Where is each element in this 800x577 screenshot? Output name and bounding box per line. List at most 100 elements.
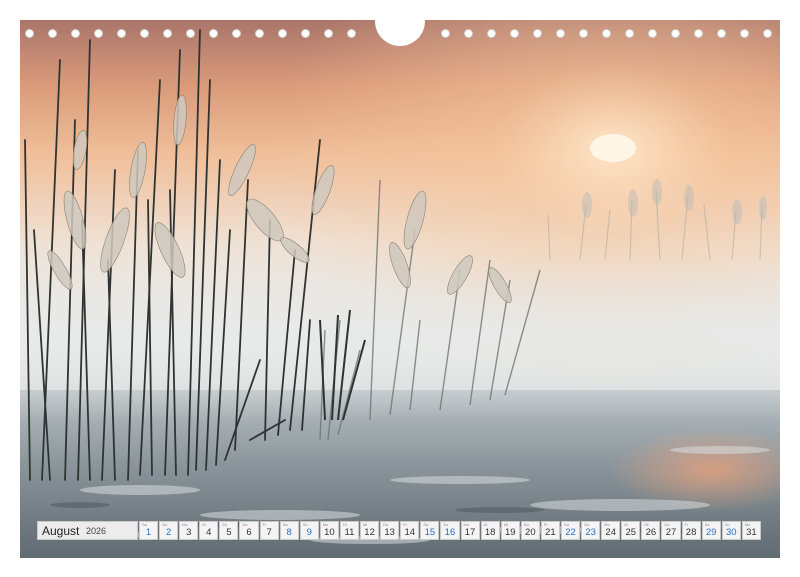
day-cell: Mi 26 [641, 521, 661, 540]
binding-hole [278, 29, 287, 38]
binding-hole [648, 29, 657, 38]
day-number: 10 [324, 527, 335, 538]
binding-hole [556, 29, 565, 38]
day-cell: Sa 1 [139, 521, 159, 540]
binding-hole [25, 29, 34, 38]
day-cell: Di 25 [621, 521, 641, 540]
day-cell: So 23 [581, 521, 601, 540]
day-number: 14 [404, 527, 416, 538]
day-number: 25 [625, 527, 637, 538]
day-cell: So 2 [159, 521, 179, 540]
binding-hole [625, 29, 634, 38]
binding-hole [117, 29, 126, 38]
day-cell: Do 27 [661, 521, 681, 540]
binding-hole [186, 29, 195, 38]
day-number: 19 [504, 527, 516, 538]
month-year: 2026 [86, 526, 107, 536]
binding-hole [324, 29, 333, 38]
day-number: 15 [424, 527, 436, 538]
binding-hole [740, 29, 749, 38]
binding-hole [694, 29, 703, 38]
day-cell: Sa 15 [420, 521, 440, 540]
calendar-page: August 2026 Sa 1 So 2 Mo 3 Di 4 Mi 5 Do 6 Fr 7 Sa 8 So 9 M… [0, 0, 800, 577]
day-cell: So 9 [299, 521, 319, 540]
binding-hole [347, 29, 356, 38]
day-number: 24 [605, 527, 616, 538]
misty-reeds-photo [20, 20, 780, 558]
binding-hole [441, 29, 450, 38]
day-number: 22 [565, 527, 576, 538]
day-cell: Di 4 [199, 521, 219, 540]
day-number: 6 [246, 527, 252, 538]
binding-hole [232, 29, 241, 38]
day-cell: Do 6 [239, 521, 259, 540]
binding-hole [209, 29, 218, 38]
day-number: 31 [746, 527, 757, 538]
month-name: August [42, 524, 80, 538]
binding-hole [671, 29, 680, 38]
day-cell: Do 13 [380, 521, 400, 540]
month-calendar-strip: August 2026 Sa 1 So 2 Mo 3 Di 4 Mi 5 Do 6 Fr 7 Sa 8 So 9 M… [37, 521, 763, 540]
day-cell: Mo 17 [460, 521, 480, 540]
day-number: 17 [464, 527, 476, 538]
day-number: 30 [725, 527, 737, 538]
binding-hole [510, 29, 519, 38]
hanger-cutout [375, 19, 425, 46]
day-number: 1 [145, 527, 152, 538]
day-number: 18 [484, 527, 496, 538]
day-cell: Mi 12 [360, 521, 380, 540]
binding-hole [464, 29, 473, 38]
binding-hole [301, 29, 310, 38]
day-cell: Fr 14 [400, 521, 420, 540]
day-cell: Di 11 [339, 521, 360, 540]
day-number: 11 [344, 527, 355, 538]
day-number: 28 [685, 527, 697, 538]
day-cell: Sa 22 [560, 521, 581, 540]
day-cell: Mo 31 [741, 521, 761, 540]
landscape-illustration [20, 20, 780, 558]
day-number: 9 [306, 527, 312, 538]
binding-hole [579, 29, 588, 38]
day-cell: Mo 3 [179, 521, 199, 540]
day-cell: Mo 24 [601, 521, 621, 540]
day-number: 26 [645, 527, 657, 538]
month-label-box: August 2026 [37, 521, 138, 540]
day-number: 27 [665, 527, 677, 538]
day-cell: So 30 [721, 521, 741, 540]
binding-hole [487, 29, 496, 38]
binding-hole [255, 29, 264, 38]
day-cell: Do 20 [520, 521, 540, 540]
binding-hole [140, 29, 149, 38]
binding-hole [94, 29, 103, 38]
day-cell: Mi 19 [500, 521, 520, 540]
day-number: 20 [525, 527, 536, 538]
binding-hole [48, 29, 57, 38]
day-cell: Fr 28 [681, 521, 701, 540]
day-cell: Fr 7 [259, 521, 279, 540]
sun [590, 134, 636, 162]
binding-hole [163, 29, 172, 38]
day-cells: Sa 1 So 2 Mo 3 Di 4 Mi 5 Do 6 Fr 7 Sa 8 So 9 Mo 10 Di 11 Mi 12 D… [139, 521, 762, 540]
day-cell: Sa 8 [279, 521, 299, 540]
binding-hole [717, 29, 726, 38]
day-number: 3 [186, 527, 192, 538]
day-number: 8 [286, 527, 292, 538]
day-cell: Sa 29 [701, 521, 721, 540]
day-cell: Mo 10 [319, 521, 339, 540]
day-cell: Mi 5 [219, 521, 239, 540]
day-number: 7 [266, 527, 272, 538]
day-number: 4 [206, 527, 212, 538]
day-number: 12 [364, 527, 375, 538]
wire-binding [0, 0, 800, 48]
binding-hole [602, 29, 611, 38]
day-number: 16 [444, 527, 456, 538]
day-cell: Di 18 [480, 521, 500, 540]
day-number: 23 [585, 527, 596, 538]
day-number: 21 [545, 527, 556, 538]
day-number: 29 [705, 527, 717, 538]
day-cell: So 16 [440, 521, 460, 540]
day-cell: Fr 21 [540, 521, 560, 540]
binding-hole [71, 29, 80, 38]
binding-hole [763, 29, 772, 38]
day-number: 2 [165, 527, 172, 538]
